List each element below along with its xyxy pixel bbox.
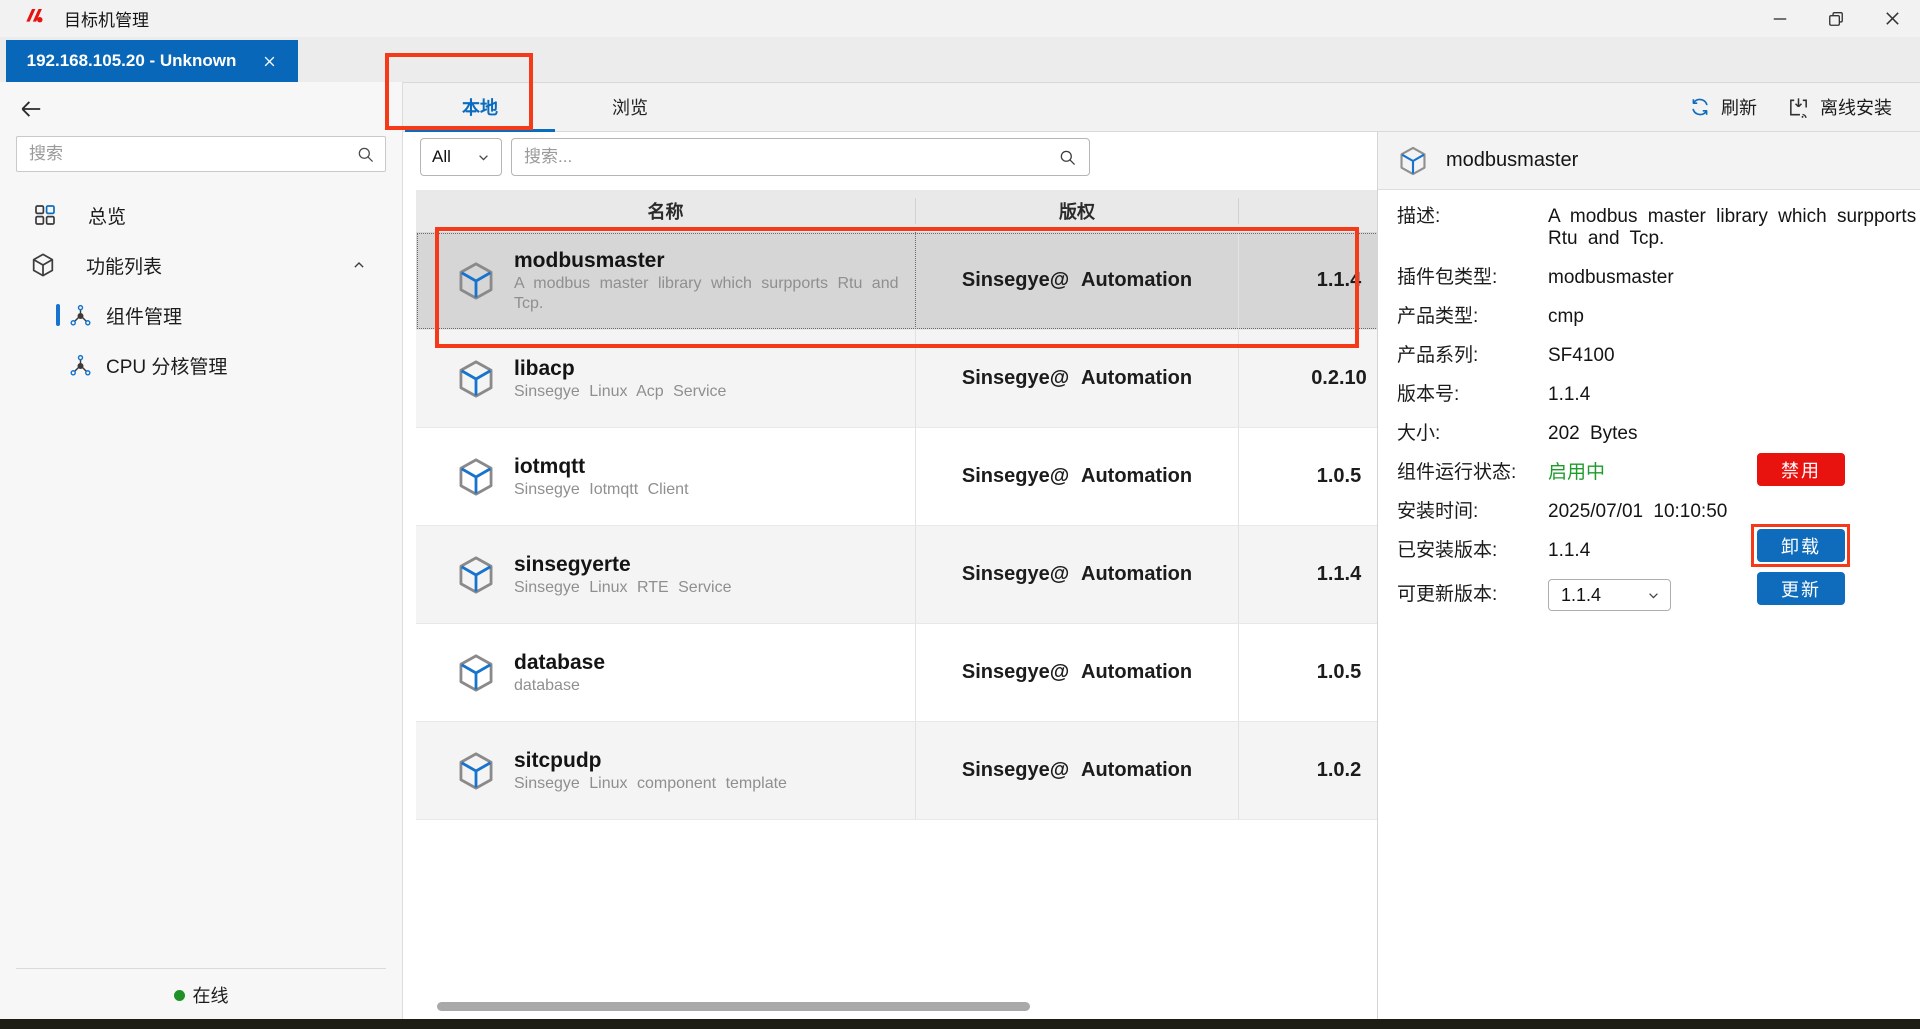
detail-pane: modbusmaster 描述: A modbus master library… — [1377, 132, 1920, 1019]
detail-field-install-time: 安装时间: 2025/07/01 10:10:50 — [1397, 501, 1920, 523]
bottom-edge-bar — [0, 1019, 1920, 1029]
function-list-cube-icon — [30, 252, 56, 278]
connection-tab-close-icon[interactable] — [262, 54, 277, 69]
window-title: 目标机管理 — [64, 6, 149, 31]
table-row-sinsegyerte[interactable]: sinsegyerte Sinsegye Linux RTE Service S… — [416, 526, 1377, 624]
connection-tab[interactable]: 192.168.105.20 - Unknown — [6, 40, 298, 82]
component-cube-icon — [455, 358, 497, 400]
component-cube-icon — [455, 456, 497, 498]
detail-title: modbusmaster — [1446, 149, 1578, 172]
online-status-label: 在线 — [193, 982, 229, 1008]
detail-field-version: 版本号: 1.1.4 — [1397, 384, 1920, 406]
chevron-down-icon — [1645, 587, 1662, 604]
sidebar-item-overview[interactable]: 总览 — [0, 190, 402, 240]
component-cube-icon — [1397, 145, 1429, 177]
sidebar-search-input[interactable] — [29, 144, 356, 164]
update-button[interactable]: 更新 — [1757, 572, 1845, 605]
package-list-pane: All 名称 版权 — [403, 132, 1377, 1019]
online-status-dot — [174, 990, 185, 1001]
back-button[interactable] — [18, 96, 48, 122]
component-node-icon — [69, 304, 92, 327]
component-cube-icon — [455, 554, 497, 596]
minimize-button[interactable] — [1752, 0, 1808, 37]
column-header-name: 名称 — [416, 198, 916, 224]
refresh-button[interactable]: 刷新 — [1689, 94, 1757, 120]
overview-grid-icon — [33, 203, 57, 227]
detail-field-description: 描述: A modbus master library which surppo… — [1397, 206, 1920, 250]
cpu-node-icon — [69, 354, 92, 377]
component-cube-icon — [455, 750, 497, 792]
table-header: 名称 版权 — [416, 190, 1377, 232]
sidebar: 总览 功能列表 组件管理 — [0, 82, 403, 1019]
status-badge: 启用中 — [1548, 462, 1918, 484]
table-row-libacp[interactable]: libacp Sinsegye Linux Acp Service Sinseg… — [416, 330, 1377, 428]
table-row-database[interactable]: database database Sinsegye@ Automation 1… — [416, 624, 1377, 722]
detail-header: modbusmaster — [1378, 132, 1920, 190]
detail-field-package-type: 插件包类型: modbusmaster — [1397, 267, 1920, 289]
sidebar-search-box[interactable] — [16, 136, 386, 172]
sidebar-item-component-management[interactable]: 组件管理 — [0, 290, 402, 340]
close-button[interactable] — [1864, 0, 1920, 37]
offline-install-button[interactable]: 离线安装 — [1787, 94, 1892, 120]
connection-tab-strip: 192.168.105.20 - Unknown — [0, 37, 1920, 82]
sidebar-item-cpu-core-management[interactable]: CPU 分核管理 — [0, 340, 402, 390]
type-filter-select[interactable]: All — [420, 138, 502, 176]
disable-button[interactable]: 禁用 — [1757, 453, 1845, 486]
toolbar: 本地 浏览 刷新 离线安装 — [403, 82, 1920, 132]
component-cube-icon — [455, 260, 497, 302]
detail-field-size: 大小: 202 Bytes — [1397, 423, 1920, 445]
package-search-box[interactable] — [511, 138, 1090, 176]
component-cube-icon — [455, 652, 497, 694]
table-row-modbusmaster[interactable]: modbusmaster A modbus master library whi… — [416, 232, 1377, 330]
detail-field-product-series: 产品系列: SF4100 — [1397, 345, 1920, 367]
column-header-copyright: 版权 — [916, 198, 1239, 224]
sidebar-nav: 总览 功能列表 组件管理 — [0, 190, 402, 390]
tab-local[interactable]: 本地 — [405, 83, 555, 131]
connection-tab-label: 192.168.105.20 - Unknown — [27, 51, 237, 71]
uninstall-button[interactable]: 卸载 — [1757, 529, 1845, 562]
package-table: 名称 版权 modbusmaster A modbus master libra… — [416, 190, 1377, 820]
tab-browse[interactable]: 浏览 — [555, 83, 705, 131]
sidebar-footer-divider — [16, 968, 386, 969]
refresh-icon — [1689, 96, 1711, 118]
sidebar-item-function-list[interactable]: 功能列表 — [0, 240, 402, 290]
app-logo-icon — [24, 6, 48, 31]
offline-install-icon — [1787, 96, 1810, 119]
search-icon — [1058, 148, 1077, 167]
detail-field-product-type: 产品类型: cmp — [1397, 306, 1920, 328]
table-row-sitcpudp[interactable]: sitcpudp Sinsegye Linux component templa… — [416, 722, 1377, 820]
table-row-iotmqtt[interactable]: iotmqtt Sinsegye Iotmqtt Client Sinsegye… — [416, 428, 1377, 526]
title-bar: 目标机管理 — [0, 0, 1920, 37]
package-search-input[interactable] — [524, 147, 1058, 167]
restore-button[interactable] — [1808, 0, 1864, 37]
connection-status: 在线 — [0, 982, 402, 1008]
search-icon — [356, 145, 375, 164]
horizontal-scrollbar[interactable] — [437, 1002, 1030, 1011]
chevron-down-icon — [475, 149, 492, 166]
selected-indicator-bar — [56, 304, 60, 326]
chevron-up-icon[interactable] — [350, 256, 368, 274]
updatable-version-select[interactable]: 1.1.4 — [1548, 579, 1671, 611]
view-tabs: 本地 浏览 — [405, 83, 705, 131]
